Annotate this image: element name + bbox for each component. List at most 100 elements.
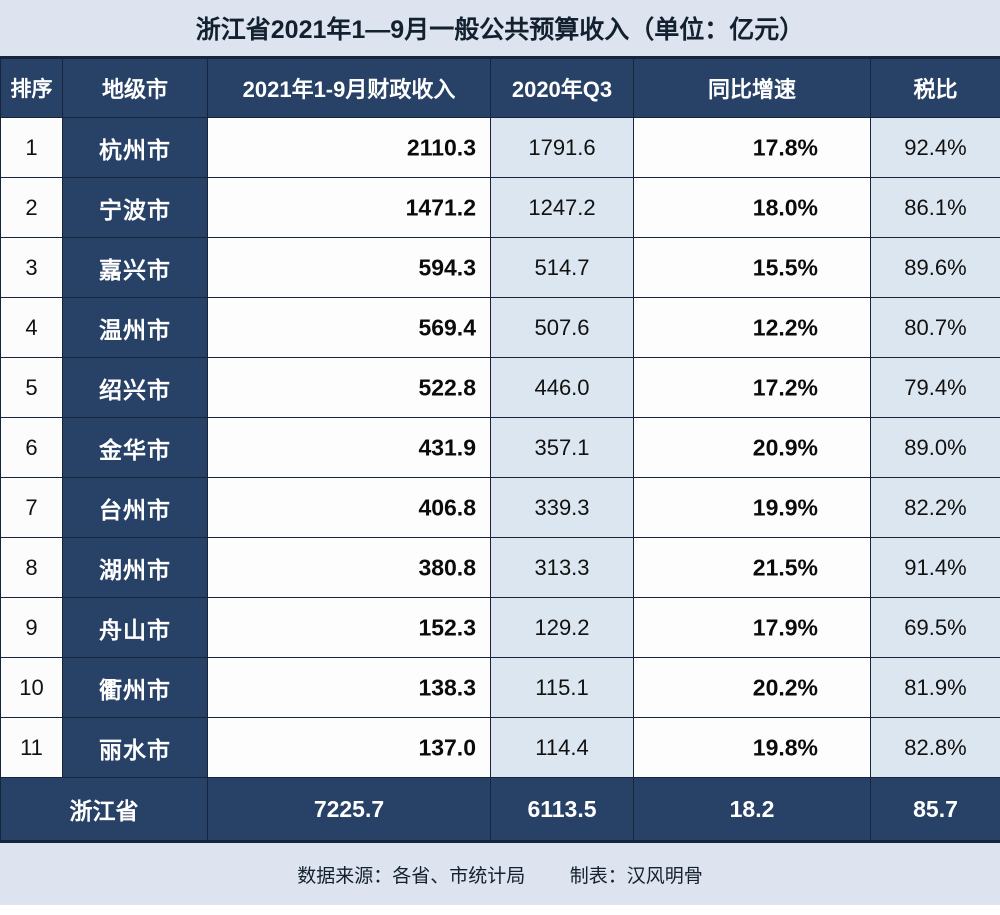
cell-previous: 115.1 — [490, 657, 634, 718]
cell-tax: 82.2% — [870, 477, 1000, 538]
cell-rank: 10 — [0, 657, 63, 718]
cell-revenue-bar: 594.3 — [207, 237, 491, 298]
cell-rank: 5 — [0, 357, 63, 418]
cell-revenue-bar: 522.8 — [207, 357, 491, 418]
table-row: 10 衢州市 138.3 115.1 20.2% 81.9% — [0, 657, 1000, 718]
cell-city: 丽水市 — [62, 717, 208, 778]
cell-tax: 79.4% — [870, 357, 1000, 418]
column-header-previous: 2020年Q3 — [490, 58, 634, 118]
revenue-value: 406.8 — [418, 494, 476, 520]
revenue-value: 138.3 — [418, 674, 476, 700]
cell-growth-bar: 18.0% — [633, 177, 871, 238]
cell-growth-bar: 19.9% — [633, 477, 871, 538]
revenue-value: 152.3 — [418, 614, 476, 640]
cell-city: 杭州市 — [62, 117, 208, 178]
cell-revenue-bar: 431.9 — [207, 417, 491, 478]
header-row: 排序 地级市 2021年1-9月财政收入 2020年Q3 同比增速 税比 — [0, 58, 1000, 118]
growth-value: 18.0% — [752, 194, 818, 220]
summary-revenue: 7225.7 — [207, 777, 491, 841]
cell-previous: 313.3 — [490, 537, 634, 598]
cell-growth-bar: 20.2% — [633, 657, 871, 718]
cell-revenue-bar: 152.3 — [207, 597, 491, 658]
summary-row: 浙江省 7225.7 6113.5 18.2 85.7 — [0, 777, 1000, 841]
cell-revenue-bar: 380.8 — [207, 537, 491, 598]
column-header-revenue: 2021年1-9月财政收入 — [207, 58, 491, 118]
table-row: 6 金华市 431.9 357.1 20.9% 89.0% — [0, 417, 1000, 478]
cell-city: 衢州市 — [62, 657, 208, 718]
summary-previous: 6113.5 — [490, 777, 634, 841]
cell-growth-bar: 12.2% — [633, 297, 871, 358]
revenue-value: 137.0 — [418, 734, 476, 760]
footer-source: 数据来源：各省、市统计局 — [297, 865, 526, 887]
growth-value: 17.9% — [752, 614, 818, 640]
cell-rank: 1 — [0, 117, 63, 178]
cell-revenue-bar: 1471.2 — [207, 177, 491, 238]
cell-tax: 91.4% — [870, 537, 1000, 598]
growth-value: 19.8% — [752, 734, 818, 760]
cell-previous: 1791.6 — [490, 117, 634, 178]
page-title: 浙江省2021年1—9月一般公共预算收入（单位：亿元） — [195, 16, 805, 44]
cell-growth-bar: 15.5% — [633, 237, 871, 298]
growth-value: 17.8% — [752, 134, 818, 160]
cell-tax: 92.4% — [870, 117, 1000, 178]
cell-tax: 86.1% — [870, 177, 1000, 238]
table-footer: 浙江省 7225.7 6113.5 18.2 85.7 — [0, 777, 1000, 841]
cell-rank: 11 — [0, 717, 63, 778]
growth-value: 15.5% — [752, 254, 818, 280]
cell-rank: 4 — [0, 297, 63, 358]
column-header-city: 地级市 — [62, 58, 208, 118]
cell-tax: 89.0% — [870, 417, 1000, 478]
cell-city: 湖州市 — [62, 537, 208, 598]
cell-previous: 507.6 — [490, 297, 634, 358]
footer-author: 制表：汉风明骨 — [569, 865, 703, 887]
table-header: 排序 地级市 2021年1-9月财政收入 2020年Q3 同比增速 税比 — [0, 58, 1000, 118]
cell-growth-bar: 19.8% — [633, 717, 871, 778]
revenue-value: 594.3 — [418, 254, 476, 280]
cell-rank: 9 — [0, 597, 63, 658]
table-row: 5 绍兴市 522.8 446.0 17.2% 79.4% — [0, 357, 1000, 418]
cell-growth-bar: 17.2% — [633, 357, 871, 418]
revenue-value: 522.8 — [418, 374, 476, 400]
cell-previous: 339.3 — [490, 477, 634, 538]
cell-city: 舟山市 — [62, 597, 208, 658]
cell-revenue-bar: 137.0 — [207, 717, 491, 778]
revenue-value: 380.8 — [418, 554, 476, 580]
cell-revenue-bar: 2110.3 — [207, 117, 491, 178]
title-bar: 浙江省2021年1—9月一般公共预算收入（单位：亿元） — [0, 0, 1000, 58]
cell-previous: 1247.2 — [490, 177, 634, 238]
summary-growth: 18.2 — [633, 777, 871, 841]
cell-previous: 114.4 — [490, 717, 634, 778]
column-header-growth: 同比增速 — [633, 58, 871, 118]
revenue-value: 2110.3 — [406, 134, 476, 160]
cell-tax: 89.6% — [870, 237, 1000, 298]
cell-previous: 129.2 — [490, 597, 634, 658]
table-row: 2 宁波市 1471.2 1247.2 18.0% 86.1% — [0, 177, 1000, 238]
growth-value: 17.2% — [752, 374, 818, 400]
revenue-value: 1471.2 — [405, 194, 476, 220]
cell-revenue-bar: 406.8 — [207, 477, 491, 538]
growth-value: 12.2% — [752, 314, 818, 340]
table-body: 1 杭州市 2110.3 1791.6 17.8% 92.4% 2 宁波市 1471.2 1247… — [0, 117, 1000, 778]
cell-growth-bar: 21.5% — [633, 537, 871, 598]
growth-value: 19.9% — [752, 494, 818, 520]
cell-rank: 8 — [0, 537, 63, 598]
growth-value: 21.5% — [752, 554, 818, 580]
column-header-tax: 税比 — [870, 58, 1000, 118]
table-row: 11 丽水市 137.0 114.4 19.8% 82.8% — [0, 717, 1000, 778]
cell-growth-bar: 17.9% — [633, 597, 871, 658]
cell-previous: 357.1 — [490, 417, 634, 478]
infographic-table-page: 汉风明骨 浙江省2021年1—9月一般公共预算收入（单位：亿元） 排序 地级市 … — [0, 0, 1000, 915]
table-row: 8 湖州市 380.8 313.3 21.5% 91.4% — [0, 537, 1000, 598]
cell-city: 宁波市 — [62, 177, 208, 238]
cell-tax: 69.5% — [870, 597, 1000, 658]
growth-value: 20.9% — [752, 434, 818, 460]
cell-previous: 514.7 — [490, 237, 634, 298]
revenue-table: 排序 地级市 2021年1-9月财政收入 2020年Q3 同比增速 税比 1 杭州… — [0, 58, 1000, 841]
cell-city: 绍兴市 — [62, 357, 208, 418]
cell-city: 温州市 — [62, 297, 208, 358]
cell-revenue-bar: 138.3 — [207, 657, 491, 718]
table-row: 3 嘉兴市 594.3 514.7 15.5% 89.6% — [0, 237, 1000, 298]
summary-label: 浙江省 — [0, 777, 208, 841]
cell-rank: 3 — [0, 237, 63, 298]
growth-value: 20.2% — [752, 674, 818, 700]
